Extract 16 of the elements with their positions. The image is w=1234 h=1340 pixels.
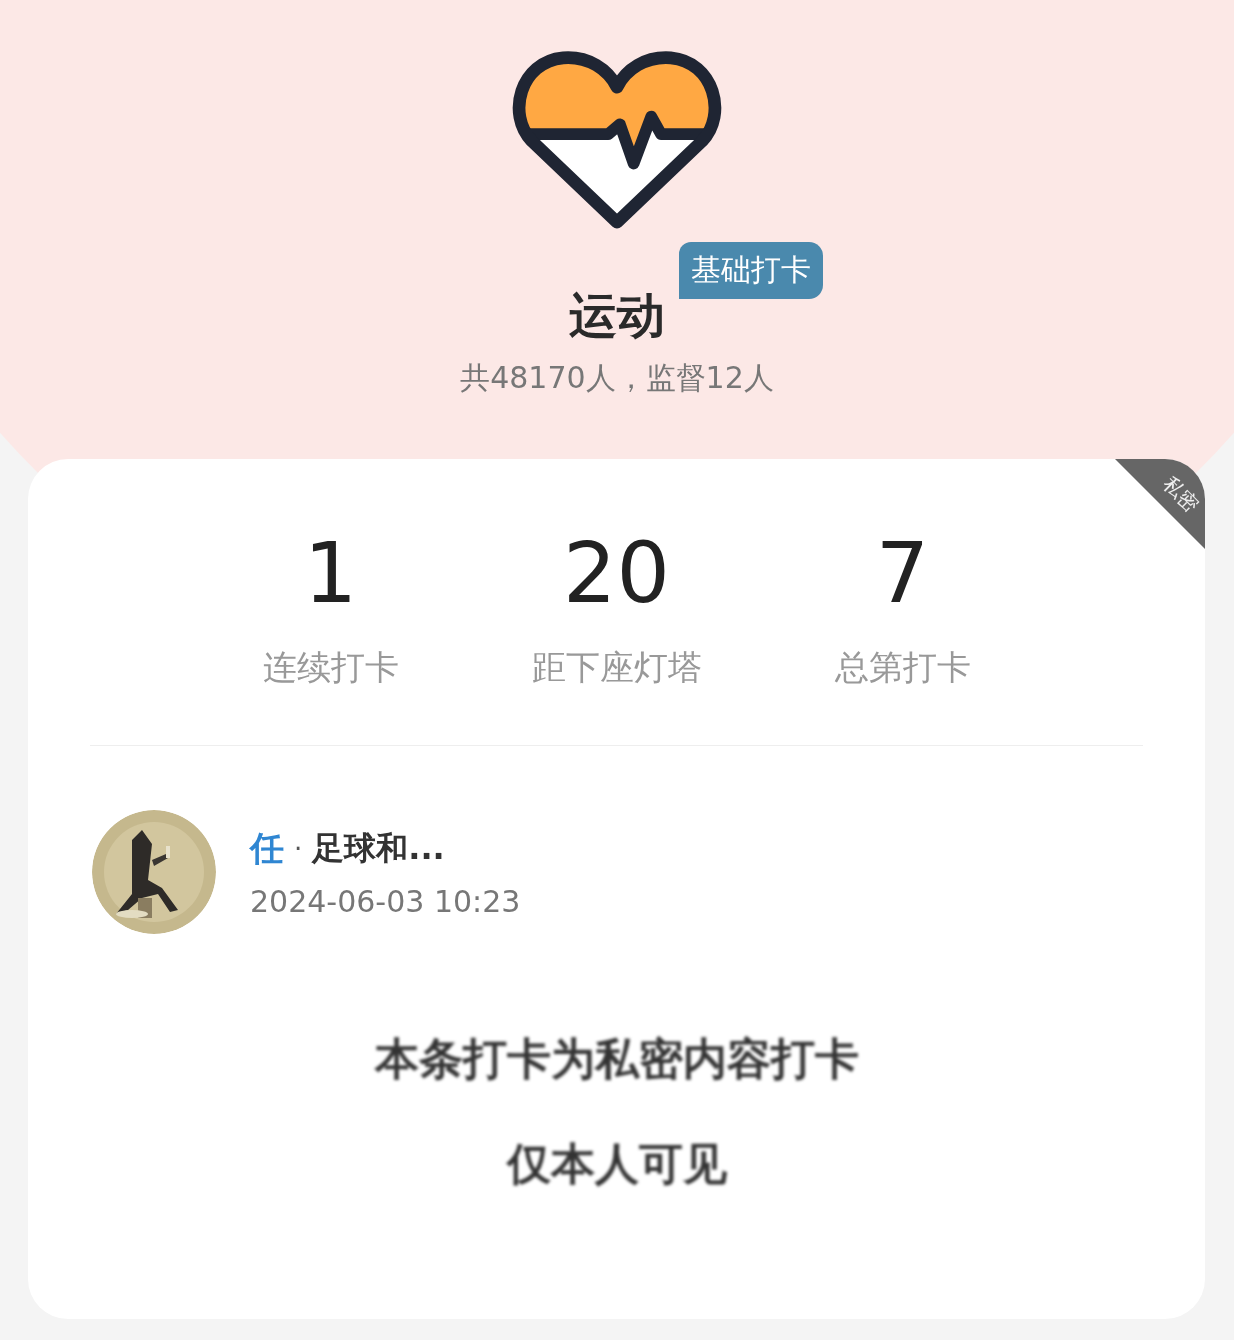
stat-value: 1 xyxy=(303,531,358,615)
title: 运动 xyxy=(569,286,665,345)
stat-label: 总第打卡 xyxy=(834,646,971,689)
group-name: 足球和... xyxy=(312,827,445,869)
category-badge: 基础打卡 xyxy=(679,242,823,299)
private-ribbon: 私密 xyxy=(1115,459,1205,549)
private-notice: 仅本人可见 xyxy=(506,1137,727,1191)
stat-label: 连续打卡 xyxy=(262,646,399,689)
stat-label: 距下座灯塔 xyxy=(531,646,702,689)
separator: · xyxy=(294,833,303,864)
post-time: 2024-06-03 10:23 xyxy=(250,883,521,919)
member-count: 共48170人，监督12人 xyxy=(460,359,774,397)
stat-value: 20 xyxy=(563,531,670,615)
author-name[interactable]: 任 xyxy=(250,825,284,872)
private-notice: 本条打卡为私密内容打卡 xyxy=(374,1032,859,1086)
stat-value: 7 xyxy=(875,531,930,615)
